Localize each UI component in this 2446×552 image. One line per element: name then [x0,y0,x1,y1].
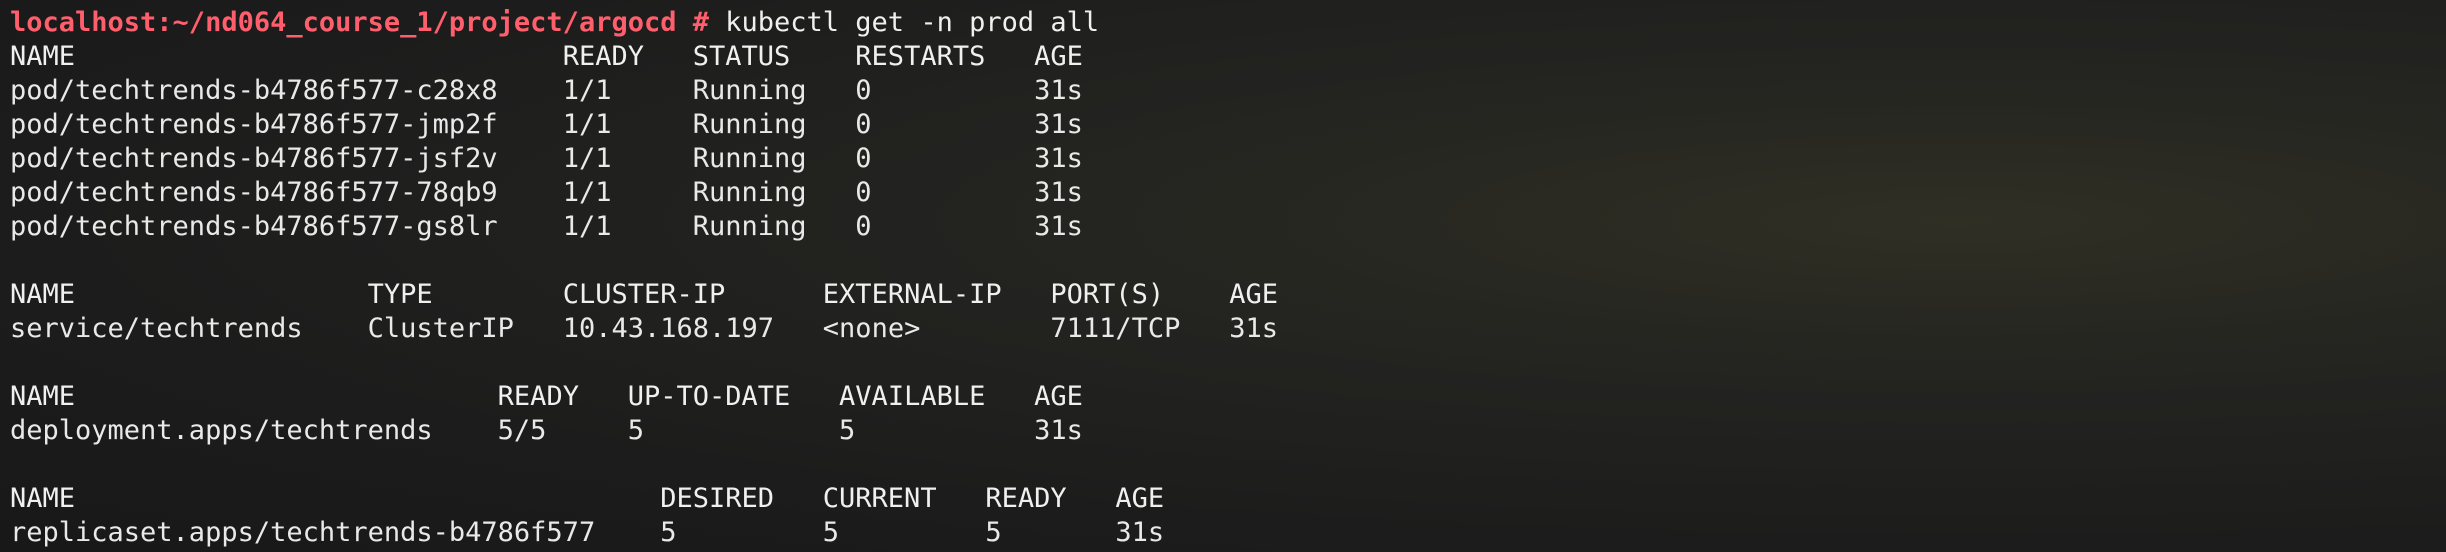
header-cell: CLUSTER-IP [562,279,823,310]
header-cell: AGE [1115,483,1165,514]
table-cell: replicaset.apps/techtrends-b4786f577 [10,517,661,548]
table-cell: 31s [1034,143,1083,174]
table-row: pod/techtrends-b4786f577-jsf2v 1/1 Runni… [10,142,2446,176]
header-cell: STATUS [692,41,856,72]
table-header-row: NAME READY STATUS RESTARTS AGE [10,40,2446,74]
table-cell: 31s [1034,75,1083,106]
table-cell: pod/techtrends-b4786f577-jsf2v [10,143,563,174]
header-cell: NAME [10,381,498,412]
table-header-row: NAME DESIRED CURRENT READY AGE [10,482,2446,516]
table-cell: Running [692,177,856,208]
table-cell: Running [692,75,856,106]
table-cell: 31s [1034,415,1083,446]
table-cell: pod/techtrends-b4786f577-78qb9 [10,177,563,208]
header-cell: PORT(S) [1050,279,1230,310]
replicasets-table: NAME DESIRED CURRENT READY AGE replicase… [10,482,2446,550]
table-row: pod/techtrends-b4786f577-jmp2f 1/1 Runni… [10,108,2446,142]
table-cell: Running [692,109,856,140]
header-cell: EXTERNAL-IP [822,279,1051,310]
table-cell: Running [692,211,856,242]
table-cell: pod/techtrends-b4786f577-jmp2f [10,109,563,140]
table-cell: 0 [855,75,1035,106]
table-cell: 5 [839,415,1035,446]
table-cell: 1/1 [562,177,693,208]
header-cell: TYPE [367,279,563,310]
table-cell: 0 [855,143,1035,174]
table-cell: 31s [1229,313,1278,344]
table-cell: service/techtrends [10,313,368,344]
table-cell: 1/1 [562,109,693,140]
header-cell: READY [562,41,693,72]
terminal-window[interactable]: localhost:~/nd064_course_1/project/argoc… [0,0,2446,552]
table-cell: 0 [855,109,1035,140]
table-row: pod/techtrends-b4786f577-c28x8 1/1 Runni… [10,74,2446,108]
header-cell: AGE [1034,41,1083,72]
table-cell: 10.43.168.197 [562,313,823,344]
table-cell: 31s [1034,177,1083,208]
header-cell: AGE [1229,279,1278,310]
header-cell: NAME [10,483,661,514]
table-row: deployment.apps/techtrends 5/5 5 5 31s [10,414,2446,448]
table-cell: <none> [822,313,1051,344]
table-cell: 5 [985,517,1116,548]
table-row: pod/techtrends-b4786f577-gs8lr 1/1 Runni… [10,210,2446,244]
table-cell: ClusterIP [367,313,563,344]
table-cell: 5 [822,517,986,548]
table-cell: 1/1 [562,75,693,106]
table-header-row: NAME READY UP-TO-DATE AVAILABLE AGE [10,380,2446,414]
services-table: NAME TYPE CLUSTER-IP EXTERNAL-IP PORT(S)… [10,278,2446,346]
header-cell: AGE [1034,381,1083,412]
table-cell: Running [692,143,856,174]
table-cell: 5 [627,415,840,446]
table-cell: 1/1 [562,143,693,174]
header-cell: DESIRED [660,483,823,514]
table-cell: pod/techtrends-b4786f577-c28x8 [10,75,563,106]
table-cell: 7111/TCP [1050,313,1230,344]
table-cell: pod/techtrends-b4786f577-gs8lr [10,211,563,242]
header-cell: NAME [10,279,368,310]
prompt-path: localhost:~/nd064_course_1/project/argoc… [10,7,726,38]
table-cell: 0 [855,211,1035,242]
table-cell: 0 [855,177,1035,208]
table-cell: 5 [660,517,823,548]
header-cell: READY [497,381,628,412]
header-cell: RESTARTS [855,41,1035,72]
table-cell: 31s [1034,211,1083,242]
header-cell: UP-TO-DATE [627,381,840,412]
table-cell: 5/5 [497,415,628,446]
header-cell: AVAILABLE [839,381,1035,412]
table-row: pod/techtrends-b4786f577-78qb9 1/1 Runni… [10,176,2446,210]
pods-table: NAME READY STATUS RESTARTS AGE pod/techt… [10,40,2446,244]
table-row: replicaset.apps/techtrends-b4786f577 5 5… [10,516,2446,550]
header-cell: CURRENT [822,483,986,514]
prompt-line: localhost:~/nd064_course_1/project/argoc… [10,6,2446,40]
table-cell: 31s [1034,109,1083,140]
table-header-row: NAME TYPE CLUSTER-IP EXTERNAL-IP PORT(S)… [10,278,2446,312]
header-cell: NAME [10,41,563,72]
table-row: service/techtrends ClusterIP 10.43.168.1… [10,312,2446,346]
table-cell: 31s [1115,517,1165,548]
header-cell: READY [985,483,1116,514]
deployments-table: NAME READY UP-TO-DATE AVAILABLE AGE depl… [10,380,2446,448]
command-text: kubectl get -n prod all [725,7,1100,38]
table-cell: deployment.apps/techtrends [10,415,498,446]
table-cell: 1/1 [562,211,693,242]
